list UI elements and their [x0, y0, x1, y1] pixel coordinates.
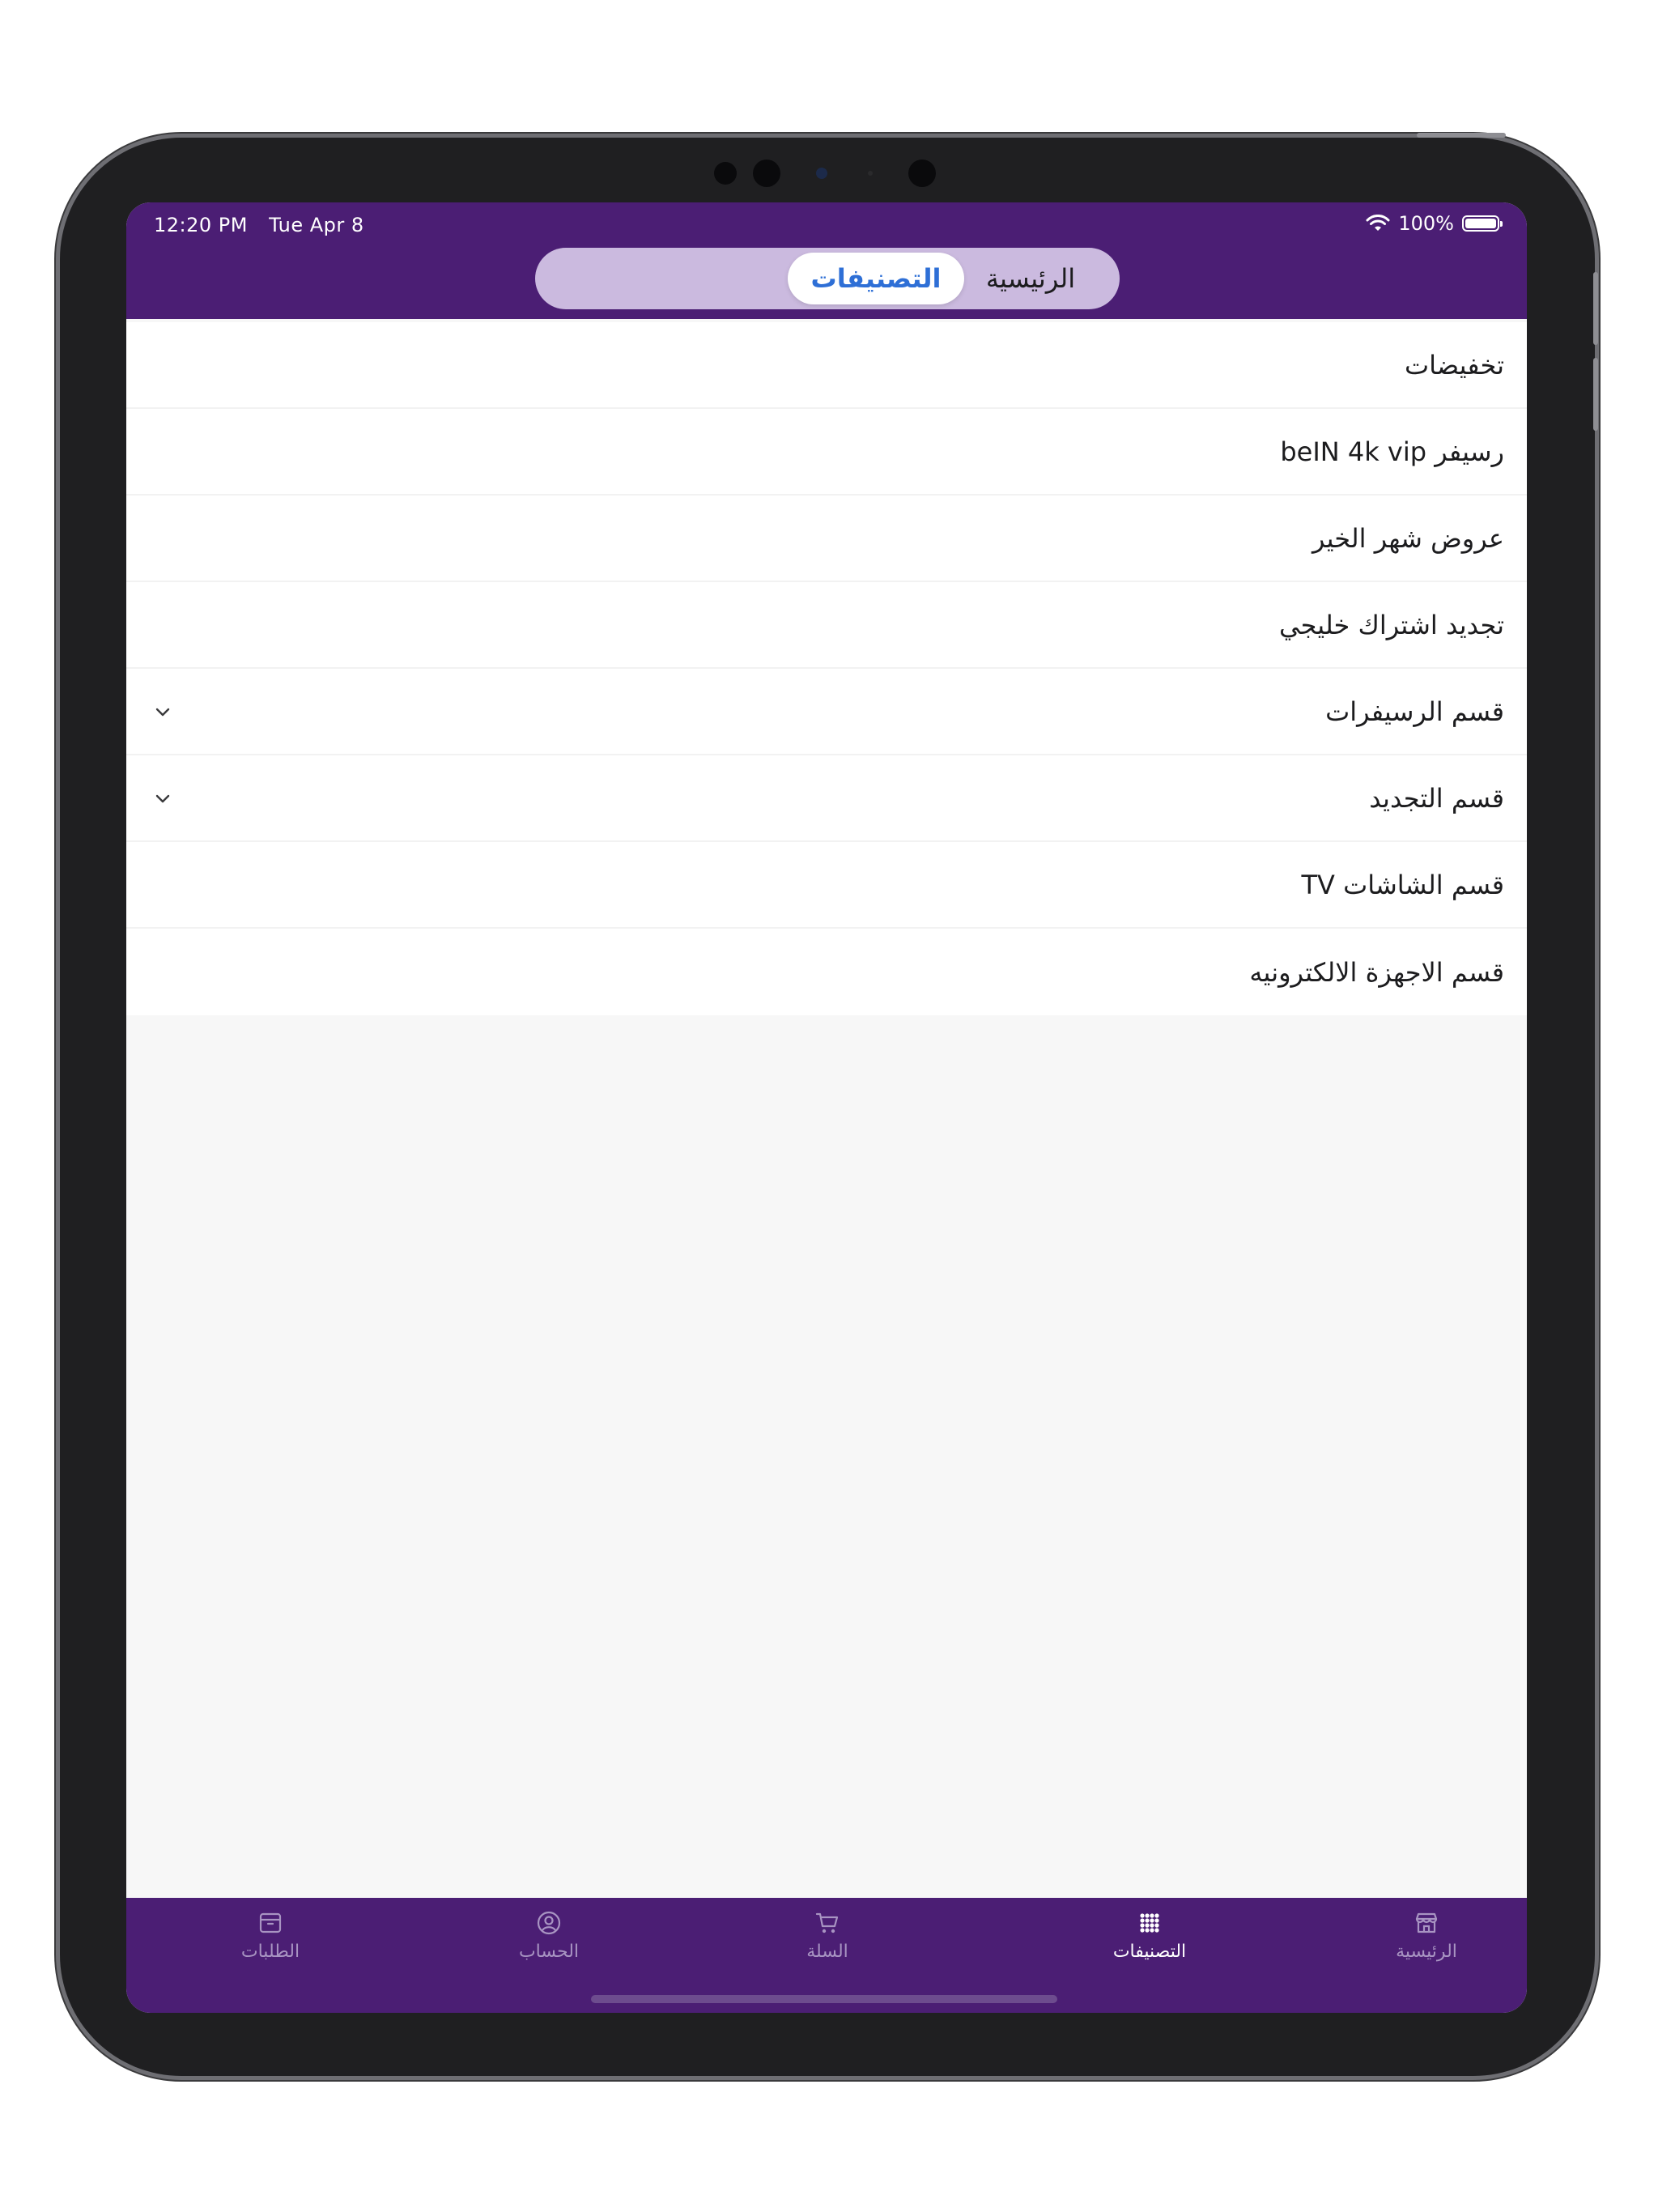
category-label: قسم الشاشات TV [1301, 869, 1504, 900]
sensor-icon [714, 162, 737, 185]
tab-label: التصنيفات [1112, 1942, 1187, 1962]
tab-label: الحساب [518, 1942, 580, 1962]
status-date: Tue Apr 8 [269, 214, 364, 236]
status-time: 12:20 PM [154, 214, 248, 236]
box-icon [259, 1912, 282, 1933]
battery-fill [1465, 219, 1496, 228]
status-bar-right: 100% [1366, 212, 1503, 235]
segmented-control: الرئيسية التصنيفات [535, 248, 1120, 309]
category-label: قسم الاجهزة الالكترونيه [1249, 956, 1504, 988]
category-label: قسم التجديد [1369, 782, 1504, 814]
category-row[interactable]: قسم الشاشات TV [126, 842, 1527, 929]
category-row[interactable]: تجديد اشتراك خليجي [126, 582, 1527, 669]
battery-percent: 100% [1398, 212, 1454, 235]
status-bar-time: 12:20 PM Tue Apr 8 [154, 214, 364, 236]
segment-home[interactable]: الرئيسية [958, 253, 1103, 304]
volume-up-button [1593, 272, 1598, 345]
category-row[interactable]: تخفيضات [126, 322, 1527, 409]
tab-label: السلة [806, 1942, 848, 1962]
camera-bar [706, 155, 949, 188]
chevron-down-icon[interactable] [154, 789, 172, 807]
tab-cart[interactable]: السلة [746, 1909, 908, 1962]
home-indicator [591, 1995, 1057, 2003]
category-label: قسم الرسيفرات [1325, 696, 1504, 727]
app-screen: 12:20 PM Tue Apr 8 100% الرئيسية التصنيف… [126, 202, 1527, 2013]
wifi-icon [1366, 215, 1390, 231]
store-icon [1415, 1912, 1438, 1933]
grid-dots-icon [1140, 1913, 1159, 1933]
tab-orders[interactable]: الطلبات [189, 1909, 351, 1962]
camera-icon [816, 168, 827, 179]
volume-down-button [1593, 358, 1598, 431]
top-button [1417, 133, 1506, 138]
sensor-icon [868, 171, 873, 176]
user-circle-icon [537, 1911, 561, 1935]
tab-categories[interactable]: التصنيفات [1069, 1909, 1231, 1962]
app-header: 12:20 PM Tue Apr 8 100% الرئيسية التصنيف… [126, 202, 1527, 319]
category-row[interactable]: رسيفر beIN 4k vip [126, 409, 1527, 496]
battery-icon [1462, 215, 1503, 232]
category-row-expandable[interactable]: قسم الرسيفرات [126, 669, 1527, 755]
bottom-tab-bar: الرئيسية التصنيفات السلة الحساب الطلبات [126, 1898, 1527, 2013]
category-label: رسيفر beIN 4k vip [1280, 436, 1504, 467]
category-label: تخفيضات [1404, 349, 1504, 381]
tab-home[interactable]: الرئيسية [1346, 1909, 1507, 1962]
sensor-icon [908, 160, 936, 187]
category-row[interactable]: عروض شهر الخير [126, 496, 1527, 582]
chevron-down-icon[interactable] [154, 703, 172, 721]
segment-categories[interactable]: التصنيفات [788, 253, 964, 304]
categories-list: تخفيضات رسيفر beIN 4k vip عروض شهر الخير… [126, 322, 1527, 1015]
tab-account[interactable]: الحساب [468, 1909, 630, 1962]
category-row[interactable]: قسم الاجهزة الالكترونيه [126, 929, 1527, 1015]
sensor-icon [753, 160, 780, 187]
category-row-expandable[interactable]: قسم التجديد [126, 755, 1527, 842]
tab-label: الطلبات [240, 1942, 300, 1962]
tab-label: الرئيسية [1396, 1942, 1457, 1962]
category-label: تجديد اشتراك خليجي [1278, 609, 1504, 640]
category-label: عروض شهر الخير [1312, 522, 1504, 554]
cart-icon [815, 1912, 839, 1933]
